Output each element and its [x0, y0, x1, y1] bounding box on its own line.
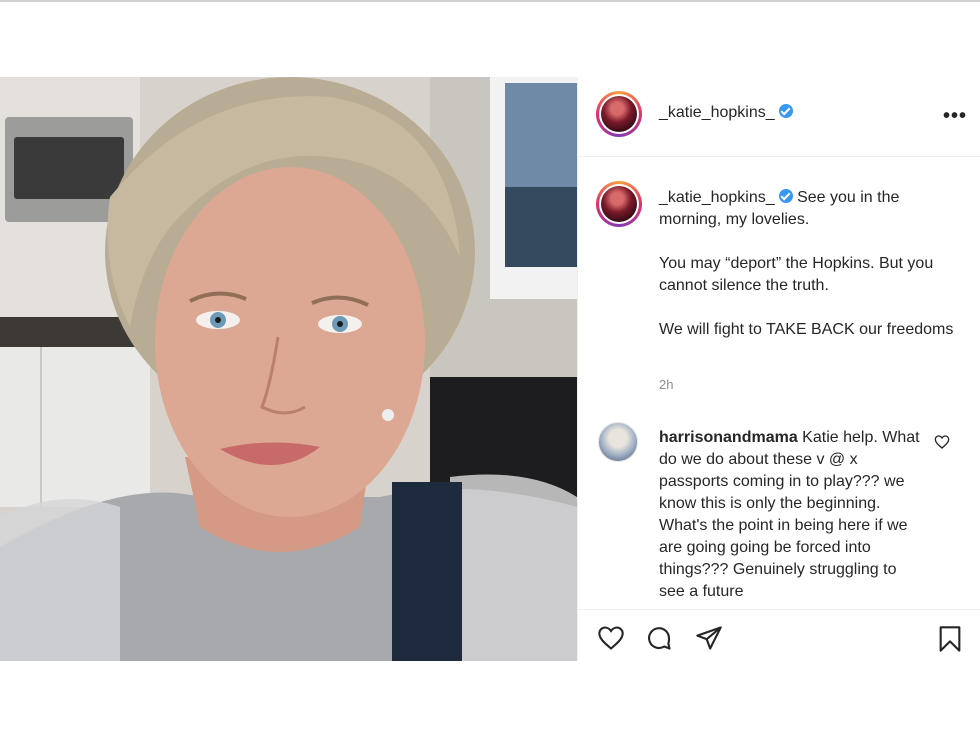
- heart-icon[interactable]: [596, 624, 626, 652]
- top-border: [0, 0, 980, 2]
- comment-icon[interactable]: [644, 624, 674, 652]
- commenter-username[interactable]: harrisonandmama: [659, 429, 798, 446]
- verified-badge-icon: [778, 104, 793, 118]
- instagram-post: _katie_hopkins_ ••• _katie_hopkins_ See …: [0, 77, 980, 661]
- share-icon[interactable]: [694, 624, 724, 652]
- bookmark-icon[interactable]: [936, 624, 964, 654]
- more-options-icon[interactable]: •••: [943, 105, 967, 128]
- post-side-panel: _katie_hopkins_ ••• _katie_hopkins_ See …: [577, 77, 980, 661]
- post-actions-bar: [578, 609, 980, 661]
- commenter-avatar[interactable]: [598, 422, 638, 462]
- author-username-row[interactable]: _katie_hopkins_: [659, 104, 793, 122]
- caption-line-2: You may “deport” the Hopkins. But you ca…: [659, 255, 934, 294]
- comment: harrisonandmama Katie help. What do we d…: [659, 427, 924, 597]
- selfie-image: [0, 77, 577, 661]
- comment-body: Katie help. What do we do about these v …: [659, 429, 920, 597]
- comment-like-heart-icon[interactable]: [934, 434, 950, 450]
- caption-username[interactable]: _katie_hopkins_: [659, 189, 775, 206]
- caption-line-3: We will fight to TAKE BACK our freedoms: [659, 321, 954, 338]
- post-timestamp[interactable]: 2h: [659, 377, 673, 392]
- verified-badge-icon: [778, 189, 793, 203]
- post-photo[interactable]: [0, 77, 577, 661]
- caption-author-avatar[interactable]: [596, 181, 642, 227]
- post-header: _katie_hopkins_ •••: [578, 77, 980, 157]
- post-caption: _katie_hopkins_ See you in the morning, …: [659, 187, 959, 341]
- author-username[interactable]: _katie_hopkins_: [659, 104, 775, 121]
- author-avatar[interactable]: [596, 91, 642, 137]
